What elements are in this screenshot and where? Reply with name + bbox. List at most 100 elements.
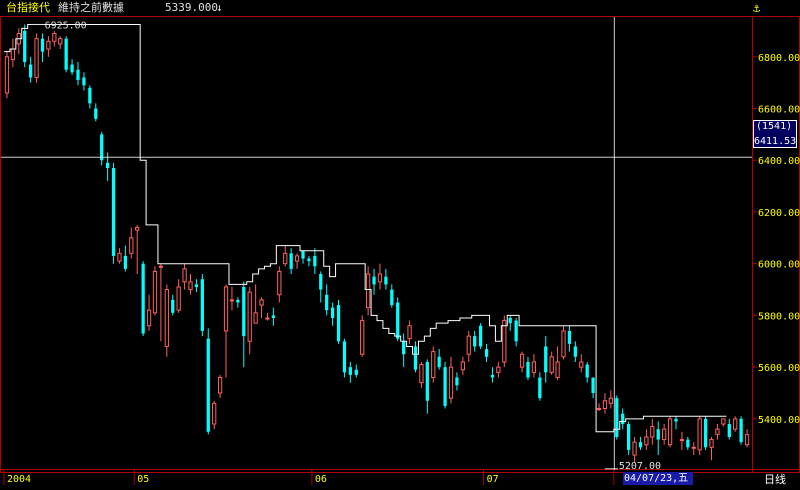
candle-body: [94, 108, 98, 119]
candle-body: [164, 289, 169, 347]
candle-body: [200, 279, 204, 331]
candle: [4, 51, 10, 99]
y-tick-label: 6000.00: [758, 260, 800, 271]
candle: [396, 297, 400, 342]
y-tick-label: 5600.00: [758, 363, 800, 374]
candle-body: [697, 418, 702, 451]
candle-body: [715, 428, 720, 435]
candle-body: [307, 258, 311, 262]
candle-body: [443, 367, 447, 406]
candle-body: [336, 305, 341, 342]
candle-body: [514, 320, 518, 342]
y-tick-label: 6800.00: [758, 53, 800, 64]
candle-body: [313, 255, 317, 267]
candle-body: [626, 424, 631, 450]
candle-body: [117, 252, 122, 262]
candle-body: [217, 376, 223, 394]
candle-body: [182, 268, 187, 283]
candle: [733, 416, 738, 432]
x-tick-label: 05: [137, 474, 150, 485]
candle-body: [674, 418, 678, 422]
candle-body: [34, 38, 39, 78]
candle-body: [644, 436, 649, 446]
candle-body: [135, 226, 140, 231]
candle-body: [129, 237, 134, 254]
candle-body: [319, 274, 323, 290]
candle: [342, 338, 347, 378]
candle-body: [531, 361, 537, 373]
candle-body: [519, 353, 525, 368]
candle: [64, 36, 68, 73]
candle-body: [259, 299, 264, 306]
candle-body: [679, 439, 685, 442]
candle-body: [484, 349, 489, 357]
candle-body: [158, 265, 164, 268]
x-tick-label: 06: [314, 474, 327, 485]
candle-body: [615, 398, 619, 437]
candle-body: [691, 446, 696, 449]
candle-body: [29, 64, 33, 78]
period-label[interactable]: 日线: [764, 471, 786, 487]
candle-body: [502, 320, 507, 363]
candle-body: [549, 356, 554, 373]
candle-body: [247, 291, 252, 342]
candle-body: [212, 402, 217, 425]
candle-body: [188, 281, 193, 291]
candle-body: [52, 33, 57, 42]
candle-body: [100, 134, 104, 161]
candle-body: [123, 255, 128, 269]
candle-body: [390, 289, 394, 306]
candle-body: [561, 330, 566, 358]
candle-body: [596, 408, 602, 411]
candle-body: [342, 341, 347, 373]
x-tick-label: 2004: [7, 474, 32, 485]
candle-body: [88, 87, 92, 104]
candle-body: [567, 330, 572, 344]
indicator-value: 5339.000: [165, 1, 218, 14]
y-tick-label: 6400.00: [758, 156, 800, 167]
candle-body: [283, 252, 288, 265]
candle-body: [608, 397, 613, 404]
candle-body: [236, 299, 240, 303]
candle-body: [662, 428, 667, 441]
candle: [34, 33, 39, 83]
candle-body: [538, 377, 542, 399]
candle-body: [242, 286, 246, 337]
candle-body: [744, 434, 750, 446]
candle: [152, 266, 158, 316]
candle: [206, 328, 210, 435]
candle-body: [555, 361, 560, 378]
candle-body: [111, 168, 116, 256]
candle-body: [579, 361, 584, 368]
candle-body: [466, 335, 471, 355]
candle-body: [650, 426, 655, 438]
candle-body: [58, 38, 63, 45]
candle: [141, 261, 145, 337]
candle-body: [277, 270, 282, 296]
candle: [365, 266, 371, 316]
candle: [200, 274, 204, 337]
candle-body: [330, 307, 335, 318]
crosshair-y-value: 6411.53: [754, 136, 797, 147]
candle-body: [229, 299, 235, 302]
price-chart[interactable]: 5400.00 5600.00 5800.00 6000.00 6200.00 6400.…: [0, 0, 800, 490]
candle-body: [460, 361, 465, 371]
candle-body: [64, 38, 68, 70]
candle-body: [544, 346, 548, 373]
candle-body: [223, 286, 229, 332]
candle-body: [573, 346, 577, 357]
candle-body: [146, 309, 152, 327]
candle-body: [76, 69, 80, 81]
candle-body: [10, 48, 16, 60]
candle: [502, 315, 507, 368]
candle-body: [448, 366, 454, 399]
candle-body: [354, 369, 358, 375]
candle-body: [365, 273, 371, 309]
candle-body: [473, 336, 477, 347]
candle-body: [686, 439, 690, 448]
candle-body: [152, 270, 158, 314]
candle-body: [413, 346, 418, 370]
anchor-icon[interactable]: ⚓: [753, 1, 760, 15]
candle-body: [348, 367, 352, 375]
candle: [615, 395, 619, 440]
